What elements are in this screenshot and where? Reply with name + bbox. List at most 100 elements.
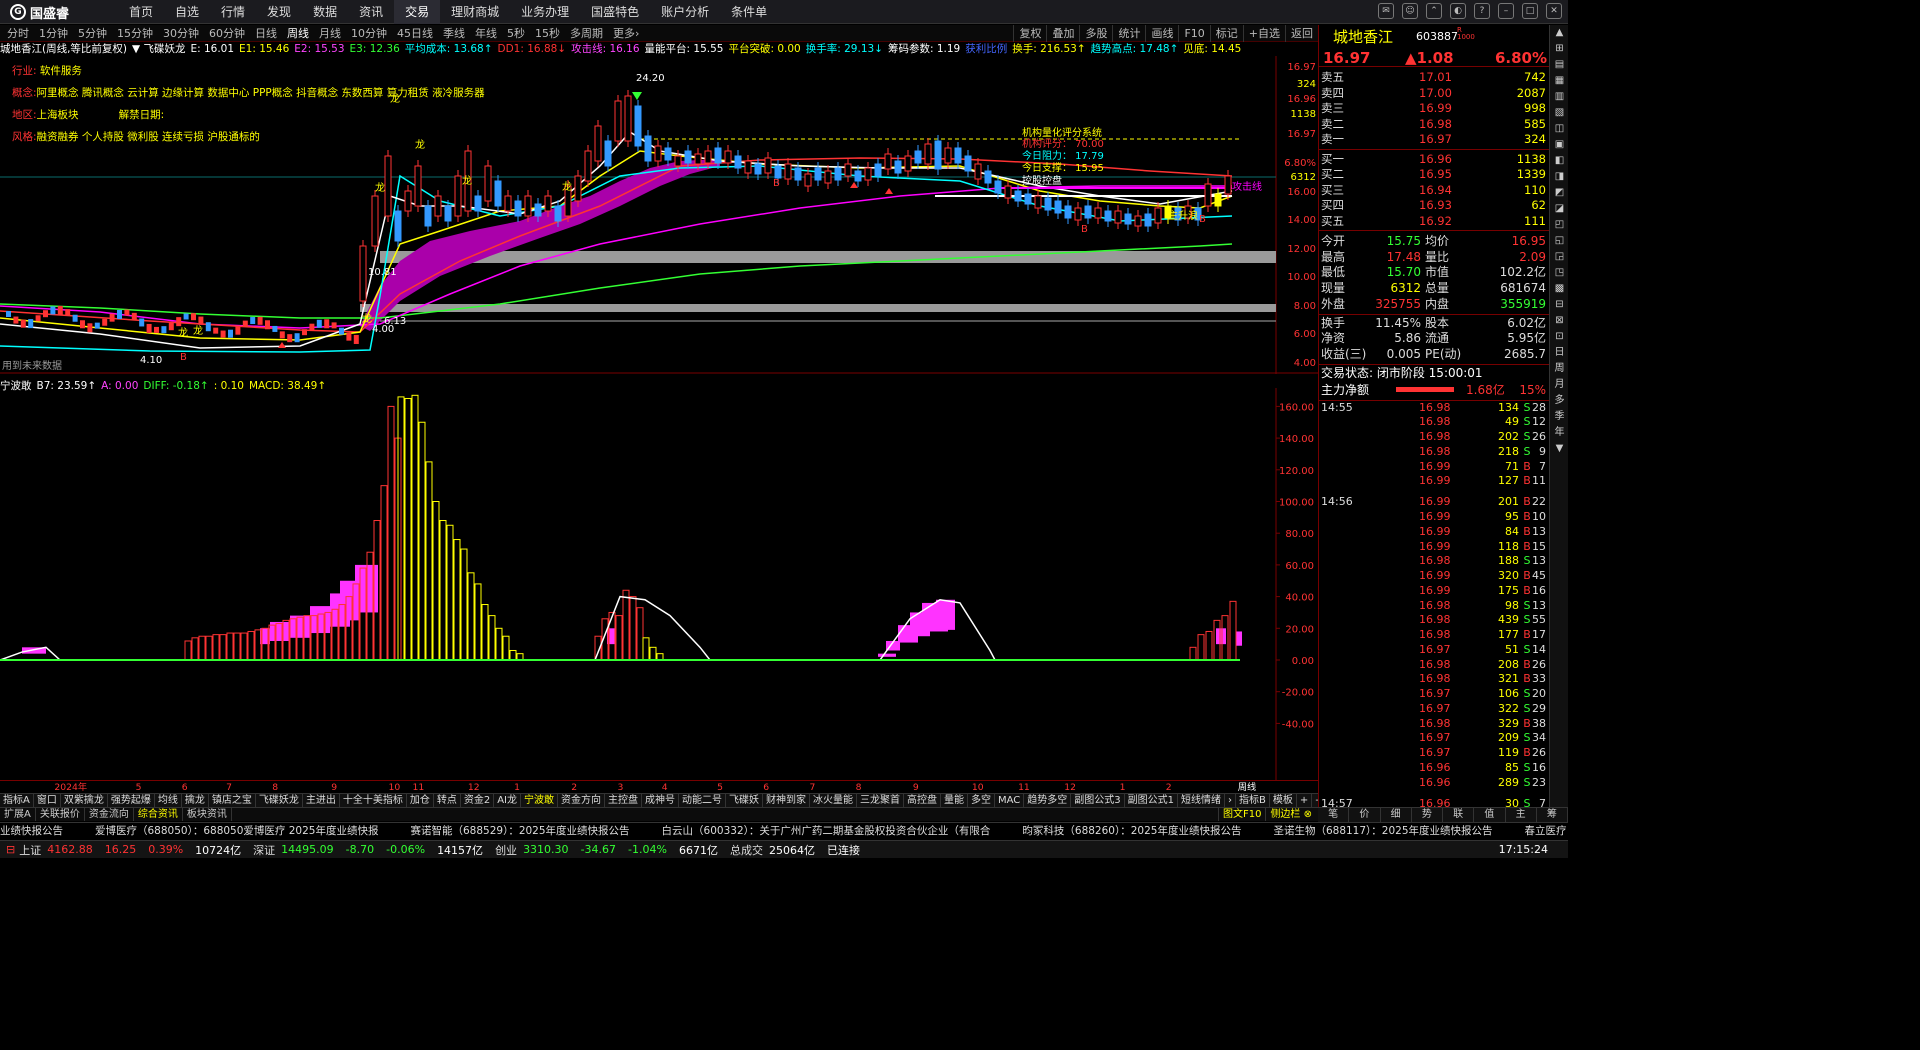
nav-item-0[interactable]: 首页 <box>118 0 164 24</box>
indicator-tab-24[interactable]: 量能 <box>941 794 969 807</box>
indicator-tab-9[interactable]: 十全十美指标 <box>340 794 407 807</box>
indicator-tab-13[interactable]: AI龙 <box>494 794 522 807</box>
indicator-tab-15[interactable]: 资金方向 <box>558 794 606 807</box>
indicator-tab-1[interactable]: 窗口 <box>34 794 61 807</box>
period-tab-3[interactable]: 15分钟 <box>112 25 158 42</box>
indicator-tab-22[interactable]: 三龙聚首 <box>857 794 905 807</box>
period-tab-7[interactable]: 周线 <box>282 25 314 42</box>
indicator-tab-23[interactable]: 高控盘 <box>904 794 942 807</box>
indicator-tab-17[interactable]: 成神号 <box>642 794 680 807</box>
chart-tool-8[interactable]: 返回 <box>1285 25 1318 42</box>
sidebar-button-1[interactable]: ⊞ <box>1550 41 1569 57</box>
indicator-tab-12[interactable]: 资金2 <box>461 794 495 807</box>
sidebar-button-10[interactable]: ◩ <box>1550 185 1569 201</box>
indicator-tab-30[interactable]: 短线情绪 <box>1178 794 1226 807</box>
sidebar-button-13[interactable]: ◱ <box>1550 233 1569 249</box>
sidebar-button-12[interactable]: ◰ <box>1550 217 1569 233</box>
sidebar-button-11[interactable]: ◪ <box>1550 201 1569 217</box>
quote-tab-1[interactable]: 价 <box>1349 808 1381 822</box>
quote-tab-4[interactable]: 联 <box>1443 808 1475 822</box>
quote-tab-7[interactable]: 筹 <box>1537 808 1568 822</box>
nav-item-5[interactable]: 资讯 <box>348 0 394 24</box>
nav-item-8[interactable]: 业务办理 <box>510 0 580 24</box>
indicator-tab-7[interactable]: 飞碟妖龙 <box>256 794 303 807</box>
news-item[interactable]: 爱博医疗（688050）：688050爱博医疗 2025年度业绩快报 <box>95 823 378 840</box>
asks-row[interactable]: 卖四 17.00 2087 <box>1321 86 1548 101</box>
bottom-right-tab-0[interactable]: 图文F10 <box>1217 808 1265 821</box>
sidebar-button-14[interactable]: ◲ <box>1550 249 1569 265</box>
quote-tab-5[interactable]: 值 <box>1474 808 1506 822</box>
chart-tool-7[interactable]: +自选 <box>1242 25 1285 42</box>
indicator-tab-20[interactable]: 财神到家 <box>763 794 811 807</box>
period-tab-16[interactable]: 更多› <box>608 25 644 42</box>
chart-tool-0[interactable]: 复权 <box>1013 25 1046 42</box>
market-icon[interactable]: ⊟ <box>6 843 15 856</box>
asks-row[interactable]: 卖五 17.01 742 <box>1321 70 1548 85</box>
period-tab-15[interactable]: 多周期 <box>565 25 608 42</box>
sidebar-button-18[interactable]: ⊠ <box>1550 313 1569 329</box>
indicator-tab-0[interactable]: 指标A <box>0 794 34 807</box>
skin-icon[interactable]: ◐ <box>1450 3 1466 19</box>
index-label[interactable]: 深证 <box>253 842 275 858</box>
chart-tool-2[interactable]: 多股 <box>1079 25 1112 42</box>
nav-item-7[interactable]: 理财商城 <box>440 0 510 24</box>
bottom-tab-2[interactable]: 资金流向 <box>85 808 134 821</box>
bids-row[interactable]: 买四 16.93 62 <box>1321 198 1548 213</box>
asks-row[interactable]: 卖二 16.98 585 <box>1321 117 1548 132</box>
bottom-tab-4[interactable]: 板块资讯 <box>183 808 232 821</box>
chart-tool-6[interactable]: 标记 <box>1209 25 1243 42</box>
indicator-tab-28[interactable]: 副图公式3 <box>1071 794 1125 807</box>
maximize-icon[interactable]: □ <box>1522 3 1538 19</box>
news-item[interactable]: 业绩快报公告 <box>0 823 63 840</box>
indicator-tab-29[interactable]: 副图公式1 <box>1125 794 1179 807</box>
sidebar-button-4[interactable]: ▥ <box>1550 89 1569 105</box>
quote-tab-6[interactable]: 主 <box>1506 808 1537 822</box>
quote-tab-3[interactable]: 势 <box>1412 808 1443 822</box>
sidebar-button-17[interactable]: ⊟ <box>1550 297 1569 313</box>
minimize-icon[interactable]: – <box>1498 3 1514 19</box>
indicator-tab-21[interactable]: 冰火量能 <box>810 794 858 807</box>
sidebar-button-9[interactable]: ◨ <box>1550 169 1569 185</box>
asks-row[interactable]: 卖三 16.99 998 <box>1321 101 1548 116</box>
sidebar-button-22[interactable]: 月 <box>1550 377 1569 393</box>
indicator-tab-14[interactable]: 宁波敢 <box>521 794 559 807</box>
macd-chart[interactable]: 160.00 140.00 120.00 100.00 80.00 60.00 40.00 2… <box>0 388 1318 780</box>
period-tab-10[interactable]: 45日线 <box>392 25 438 42</box>
quote-tab-0[interactable]: 笔 <box>1318 808 1350 822</box>
close-icon[interactable]: ✕ <box>1546 3 1562 19</box>
asks-row[interactable]: 卖一 16.97 324 <box>1321 132 1548 147</box>
indicator-tab-5[interactable]: 擒龙 <box>182 794 209 807</box>
period-tab-4[interactable]: 30分钟 <box>158 25 204 42</box>
sidebar-button-6[interactable]: ◫ <box>1550 121 1569 137</box>
sidebar-button-3[interactable]: ▦ <box>1550 73 1569 89</box>
nav-item-6[interactable]: 交易 <box>394 0 441 24</box>
indicator-tab-16[interactable]: 主控盘 <box>605 794 643 807</box>
nav-item-11[interactable]: 条件单 <box>720 0 778 24</box>
nav-item-3[interactable]: 发现 <box>256 0 302 24</box>
sidebar-button-25[interactable]: 年 <box>1550 425 1569 441</box>
indicator-tab-33[interactable]: 模板 <box>1270 794 1297 807</box>
indicator-tab-3[interactable]: 强势起爆 <box>108 794 155 807</box>
news-item[interactable]: 白云山（600332）：关于广州广药二期基金股权投资合伙企业（有限合 <box>662 823 991 840</box>
chart-tool-1[interactable]: 叠加 <box>1046 25 1079 42</box>
indicator-tab-11[interactable]: 转点 <box>434 794 461 807</box>
indicator-tab-8[interactable]: 主进出 <box>303 794 340 807</box>
sidebar-button-7[interactable]: ▣ <box>1550 137 1569 153</box>
chart-tool-4[interactable]: 画线 <box>1145 25 1178 42</box>
nav-item-9[interactable]: 国盛特色 <box>580 0 650 24</box>
sidebar-button-5[interactable]: ▧ <box>1550 105 1569 121</box>
quote-tab-2[interactable]: 细 <box>1381 808 1412 822</box>
indicator-tab-6[interactable]: 镇店之宝 <box>209 794 256 807</box>
period-tab-9[interactable]: 10分钟 <box>346 25 392 42</box>
sidebar-button-8[interactable]: ◧ <box>1550 153 1569 169</box>
sidebar-button-2[interactable]: ▤ <box>1550 57 1569 73</box>
index-label[interactable]: 上证 <box>19 842 41 858</box>
period-tab-11[interactable]: 季线 <box>438 25 470 42</box>
indicator-tab-31[interactable]: › <box>1225 794 1237 807</box>
nav-item-1[interactable]: 自选 <box>164 0 210 24</box>
nav-item-10[interactable]: 账户分析 <box>650 0 720 24</box>
indicator-tab-32[interactable]: 指标B <box>1236 794 1270 807</box>
period-tab-2[interactable]: 5分钟 <box>73 25 112 42</box>
collapse-icon[interactable]: ⌃ <box>1426 3 1442 19</box>
bottom-right-tab-1[interactable]: 侧边栏 ⊗ <box>1265 808 1316 821</box>
